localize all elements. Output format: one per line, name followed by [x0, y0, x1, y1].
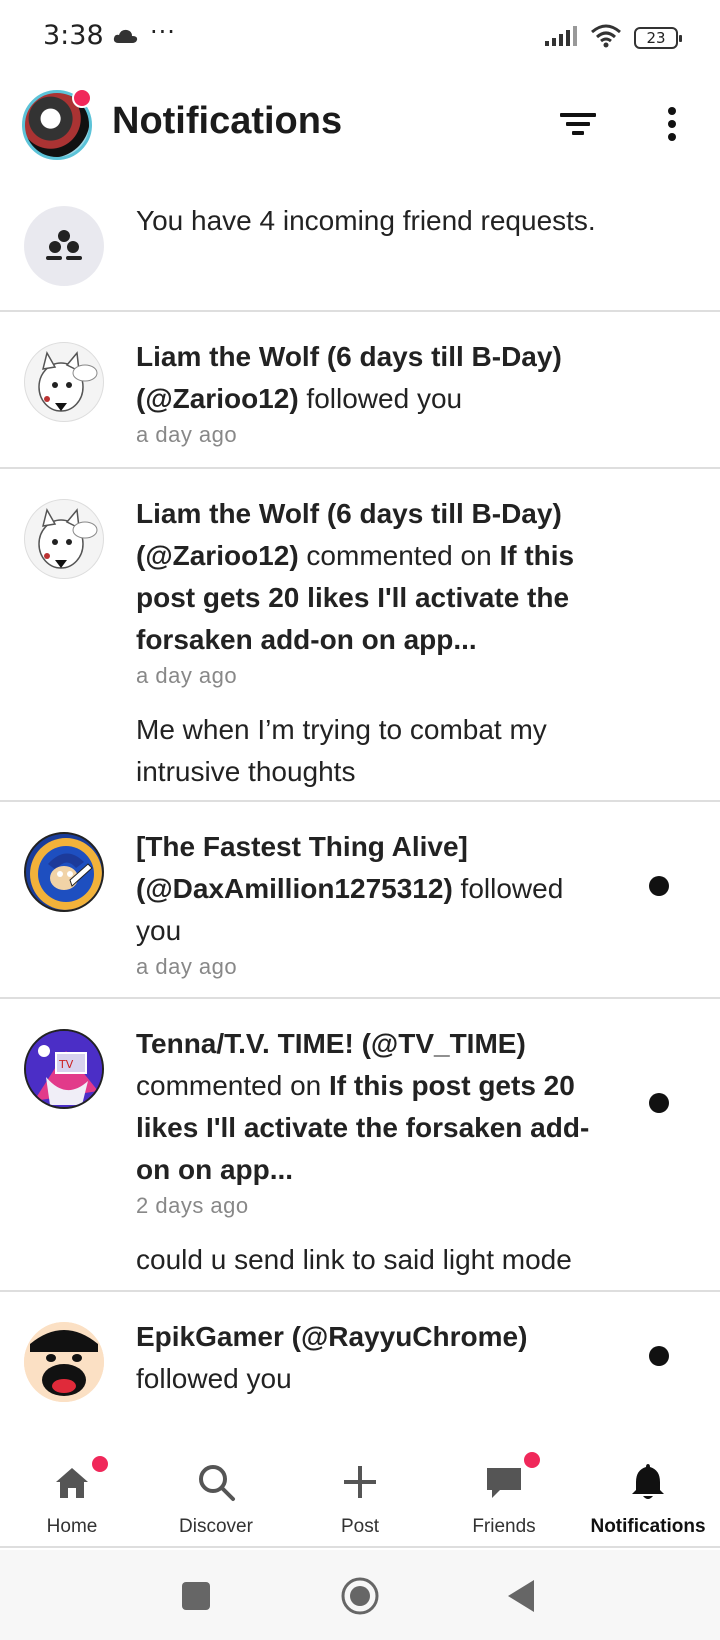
back-icon[interactable]	[502, 1576, 542, 1616]
nav-label: Home	[46, 1516, 98, 1537]
nav-home[interactable]: Home	[0, 1444, 144, 1548]
more-vertical-icon[interactable]	[650, 102, 694, 146]
nav-label: Discover	[179, 1516, 253, 1537]
notification-comment: could u send link to said light mode	[136, 1244, 572, 1275]
notification-text: EpikGamer (@RayyuChrome) followed you	[136, 1316, 600, 1400]
app-header: Notifications	[0, 82, 720, 168]
nav-friends[interactable]: Friends	[432, 1444, 576, 1548]
notification-text: Liam the Wolf (6 days till B-Day) (@Zari…	[136, 493, 630, 661]
nav-label: Post	[340, 1516, 380, 1537]
unread-dot	[649, 876, 669, 896]
bottom-nav: Home Discover Post Friends Notifications	[0, 1444, 720, 1548]
search-icon	[194, 1460, 238, 1504]
friend-requests-text: You have 4 incoming friend requests.	[136, 205, 596, 236]
list-item[interactable]: TV Tenna/T.V. TIME! (@TV_TIME) commented…	[0, 999, 720, 1292]
notification-time: 2 days ago	[136, 1193, 249, 1218]
nav-label: Notifications	[590, 1516, 706, 1537]
cloud-icon	[113, 28, 139, 48]
profile-badge	[72, 88, 92, 108]
system-nav	[0, 1550, 720, 1640]
notification-user[interactable]: Tenna/T.V. TIME! (@TV_TIME)	[136, 1028, 526, 1059]
recents-icon[interactable]	[176, 1576, 216, 1616]
list-item[interactable]: EpikGamer (@RayyuChrome) followed you	[0, 1292, 720, 1412]
filter-icon[interactable]	[556, 104, 600, 144]
notification-action: followed you	[136, 1363, 292, 1394]
notification-text: [The Fastest Thing Alive] (@DaxAmillion1…	[136, 826, 600, 952]
nav-label: Friends	[472, 1516, 536, 1537]
wifi-icon	[590, 24, 622, 52]
notification-list: You have 4 incoming friend requests. Lia…	[0, 200, 720, 1412]
status-bar: 3:38 ··· 23	[0, 0, 720, 76]
notification-user[interactable]: [The Fastest Thing Alive] (@DaxAmillion1…	[136, 831, 468, 904]
friends-badge	[522, 1450, 542, 1470]
nav-post[interactable]: Post	[288, 1444, 432, 1548]
notification-text: Liam the Wolf (6 days till B-Day) (@Zari…	[136, 336, 600, 420]
status-time: 3:38	[43, 20, 104, 51]
page-title: Notifications	[112, 100, 343, 142]
notification-user[interactable]: EpikGamer (@RayyuChrome)	[136, 1321, 527, 1352]
notification-time: a day ago	[136, 954, 238, 979]
unread-dot	[649, 1346, 669, 1366]
home-circle-icon[interactable]	[340, 1576, 380, 1616]
home-icon	[50, 1460, 94, 1504]
chat-icon	[482, 1460, 526, 1504]
nav-discover[interactable]: Discover	[144, 1444, 288, 1548]
list-item[interactable]: Liam the Wolf (6 days till B-Day) (@Zari…	[0, 312, 720, 469]
friend-requests-row[interactable]: You have 4 incoming friend requests.	[0, 200, 720, 312]
notification-text: Tenna/T.V. TIME! (@TV_TIME) commented on…	[136, 1023, 620, 1191]
notification-action: commented on	[136, 1070, 329, 1101]
notification-action: followed you	[298, 383, 463, 414]
notification-time: a day ago	[136, 422, 238, 447]
bell-icon	[626, 1460, 670, 1504]
home-badge	[90, 1454, 110, 1474]
nav-notifications[interactable]: Notifications	[576, 1444, 720, 1548]
notification-action: commented on	[298, 540, 500, 571]
status-more-dots: ···	[150, 18, 176, 46]
battery-icon: 23	[634, 27, 682, 49]
list-item[interactable]: [The Fastest Thing Alive] (@DaxAmillion1…	[0, 802, 720, 999]
signal-icon	[544, 25, 578, 51]
list-item[interactable]: Liam the Wolf (6 days till B-Day) (@Zari…	[0, 469, 720, 802]
plus-icon	[338, 1460, 382, 1504]
notification-time: a day ago	[136, 663, 238, 688]
notification-comment: Me when I’m trying to combat my intrusiv…	[136, 714, 547, 787]
status-icons: 23	[544, 24, 682, 52]
unread-dot	[649, 1093, 669, 1113]
